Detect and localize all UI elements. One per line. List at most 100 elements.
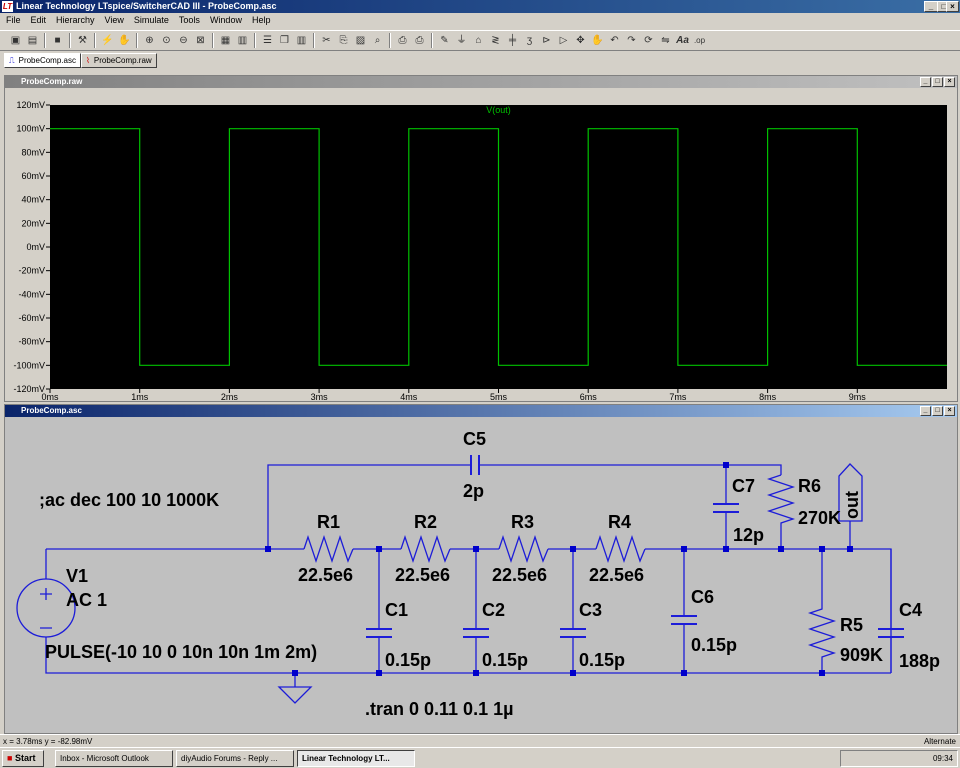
move-icon[interactable]: ✥ <box>573 33 588 48</box>
toolbar-separator <box>94 33 96 48</box>
control-panel-icon[interactable]: ⚒ <box>75 33 90 48</box>
y-tick-label: -100mV <box>13 360 45 370</box>
child-restore-button[interactable]: □ <box>932 77 943 87</box>
start-button[interactable]: ■ Start <box>2 749 44 767</box>
resistor-icon[interactable]: ≷ <box>488 33 503 48</box>
tab-schematic[interactable]: ⎍ ProbeComp.asc <box>4 53 81 68</box>
y-tick-label: -60mV <box>18 313 45 323</box>
pan-icon[interactable]: ⊙ <box>159 33 174 48</box>
c5-value: 2p <box>463 481 484 501</box>
r5-label: R5 <box>840 615 863 635</box>
pulse-spec: PULSE(-10 10 0 10n 10n 1m 2m) <box>45 642 317 662</box>
y-tick-label: 40mV <box>21 195 45 205</box>
redo-icon[interactable]: ↷ <box>624 33 639 48</box>
schematic-icon: ⎍ <box>9 56 15 65</box>
menu-help[interactable]: Help <box>246 14 275 28</box>
r2-value: 22.5e6 <box>395 565 450 585</box>
new-schematic-icon[interactable]: ▣ <box>8 33 23 48</box>
capacitor-icon[interactable]: ╪ <box>505 33 520 48</box>
copy-icon[interactable]: ⎘ <box>336 33 351 48</box>
y-tick-label: -80mV <box>18 337 45 347</box>
task-outlook[interactable]: Inbox - Microsoft Outlook <box>55 749 173 767</box>
v1-label: V1 <box>66 566 88 586</box>
open-icon[interactable]: ▤ <box>25 33 40 48</box>
mirror-icon[interactable]: ⇋ <box>658 33 673 48</box>
fft-icon[interactable]: ▥ <box>235 33 250 48</box>
paste-icon[interactable]: ▨ <box>353 33 368 48</box>
x-tick-label: 5ms <box>490 392 508 401</box>
v1-value: AC 1 <box>66 590 107 610</box>
waveform-window-title: ProbeComp.raw <box>21 77 83 86</box>
schematic-canvas[interactable]: C5 2p ;ac dec 100 10 1000K R1 22.5e6 R2 … <box>5 417 957 733</box>
c6-label: C6 <box>691 587 714 607</box>
child-minimize-button[interactable]: _ <box>920 406 931 416</box>
menu-window[interactable]: Window <box>204 14 246 28</box>
spice-directive-icon[interactable]: .op <box>692 33 707 48</box>
zoom-fit-icon[interactable]: ⊠ <box>193 33 208 48</box>
minimize-button[interactable]: _ <box>924 1 938 12</box>
schematic-window: ProbeComp.asc _ □ × C5 2p ;ac dec 100 10… <box>4 404 958 734</box>
child-restore-button[interactable]: □ <box>932 406 943 416</box>
zoom-in-icon[interactable]: ⊕ <box>142 33 157 48</box>
menu-tools[interactable]: Tools <box>173 14 204 28</box>
r2-label: R2 <box>414 512 437 532</box>
drag-icon[interactable]: ✋ <box>590 33 605 48</box>
diode-icon[interactable]: ⊳ <box>539 33 554 48</box>
wire-icon[interactable]: ✎ <box>437 33 452 48</box>
y-tick-label: 0mV <box>26 242 45 252</box>
c3-label: C3 <box>579 600 602 620</box>
save-icon[interactable]: ■ <box>50 33 65 48</box>
r3-value: 22.5e6 <box>492 565 547 585</box>
autorange-icon[interactable]: ▦ <box>218 33 233 48</box>
menu-view[interactable]: View <box>99 14 128 28</box>
child-close-button[interactable]: × <box>944 406 955 416</box>
c4-value: 188p <box>899 651 940 671</box>
cut-icon[interactable]: ✂ <box>319 33 334 48</box>
task-ltspice[interactable]: Linear Technology LT... <box>297 749 415 767</box>
cascade-icon[interactable]: ❐ <box>277 33 292 48</box>
print-setup-icon[interactable]: ⎙ <box>395 33 410 48</box>
label-net-icon[interactable]: ⌂ <box>471 33 486 48</box>
tile-vertical-icon[interactable]: ▥ <box>294 33 309 48</box>
x-tick-label: 4ms <box>400 392 418 401</box>
menu-edit[interactable]: Edit <box>25 14 51 28</box>
x-tick-label: 9ms <box>849 392 867 401</box>
child-close-button[interactable]: × <box>944 77 955 87</box>
task-diyaudio[interactable]: diyAudio Forums - Reply ... <box>176 749 294 767</box>
menu-simulate[interactable]: Simulate <box>128 14 173 28</box>
inductor-icon[interactable]: ʒ <box>522 33 537 48</box>
close-button[interactable]: × <box>946 1 959 12</box>
x-tick-label: 8ms <box>759 392 777 401</box>
c7-value: 12p <box>733 525 764 545</box>
tile-horizontal-icon[interactable]: ☰ <box>260 33 275 48</box>
component-icon[interactable]: ▷ <box>556 33 571 48</box>
text-icon[interactable]: Aa <box>675 33 690 48</box>
run-icon[interactable]: ⚡ <box>100 33 115 48</box>
find-icon[interactable]: ⌕ <box>370 33 385 48</box>
undo-icon[interactable]: ↶ <box>607 33 622 48</box>
ground-icon[interactable]: ⏚ <box>454 33 469 48</box>
x-tick-label: 6ms <box>580 392 598 401</box>
rotate-icon[interactable]: ⟳ <box>641 33 656 48</box>
document-tabs: ⎍ ProbeComp.asc ⌇ ProbeComp.raw <box>0 53 960 70</box>
tab-label: ProbeComp.asc <box>18 56 76 65</box>
app-title-bar: LT Linear Technology LTspice/SwitcherCAD… <box>0 0 960 13</box>
c3-value: 0.15p <box>579 650 625 670</box>
waveform-window: ProbeComp.raw _ □ × 120mV 100mV 80mV 60mV 40… <box>4 75 958 402</box>
toolbar-separator <box>44 33 46 48</box>
y-tick-label: -120mV <box>13 384 45 394</box>
menu-file[interactable]: File <box>0 14 25 28</box>
child-minimize-button[interactable]: _ <box>920 77 931 87</box>
halt-icon[interactable]: ✋ <box>117 33 132 48</box>
print-icon[interactable]: ⎙ <box>412 33 427 48</box>
tran-directive[interactable]: .tran 0 0.11 0.1 1µ <box>365 699 513 719</box>
status-bar: x = 3.78ms y = -82.98mV Alternate <box>0 734 960 747</box>
zoom-out-icon[interactable]: ⊖ <box>176 33 191 48</box>
waveform-plot[interactable]: 120mV 100mV 80mV 60mV 40mV 20mV 0mV -20mV -40mV -… <box>5 88 957 401</box>
c1-value: 0.15p <box>385 650 431 670</box>
toolbar: ▣ ▤ ■ ⚒ ⚡ ✋ ⊕ ⊙ ⊖ ⊠ ▦ ▥ ☰ ❐ ▥ ✂ ⎘ ▨ ⌕ ⎙ … <box>0 30 960 51</box>
ac-directive[interactable]: ;ac dec 100 10 1000K <box>39 490 219 510</box>
menu-hierarchy[interactable]: Hierarchy <box>50 14 99 28</box>
schematic-window-title-bar: ProbeComp.asc _ □ × <box>5 405 957 417</box>
tab-waveform[interactable]: ⌇ ProbeComp.raw <box>80 53 157 68</box>
